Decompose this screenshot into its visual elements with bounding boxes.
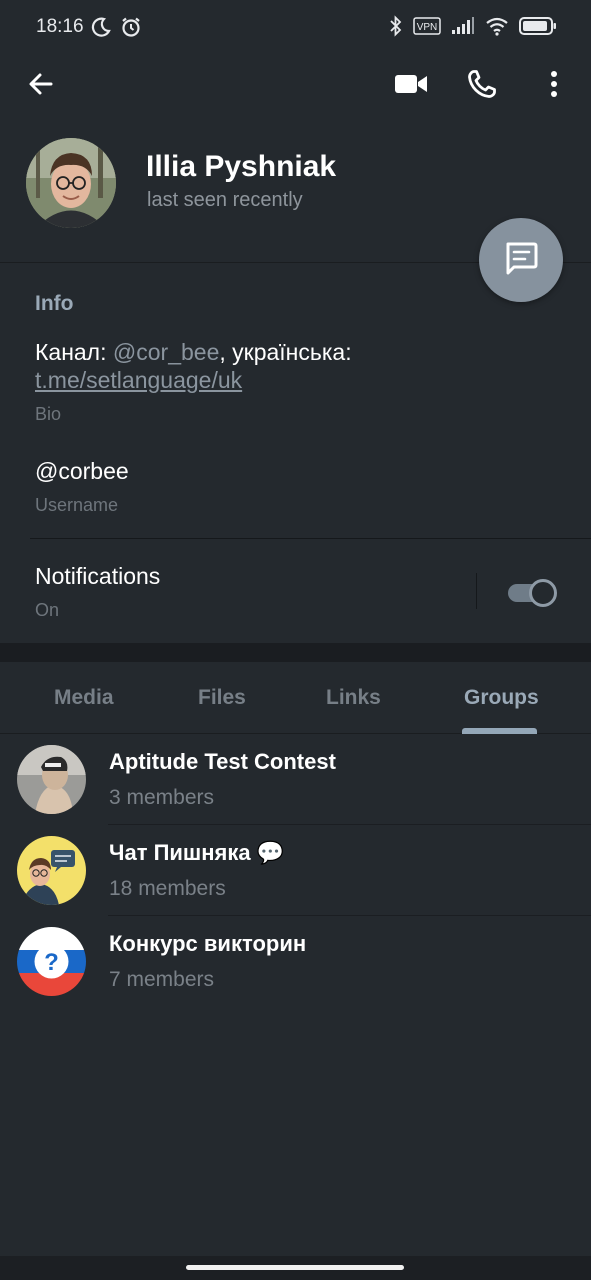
tab-links[interactable]: Links xyxy=(326,686,381,710)
tab-files[interactable]: Files xyxy=(198,686,246,710)
info-divider xyxy=(30,538,591,539)
system-nav-bar xyxy=(0,1256,591,1280)
person-chat-avatar xyxy=(17,836,86,905)
group-name: Конкурс викторин xyxy=(109,931,307,956)
group-name-text: Чат Пишняка xyxy=(109,840,251,865)
group-members: 18 members xyxy=(109,877,226,900)
signal-icon xyxy=(451,17,475,40)
group-row[interactable]: Чат Пишняка 💬 18 members xyxy=(0,825,591,916)
toggle-knob xyxy=(529,579,557,607)
status-bar: 18:16 VPN xyxy=(0,0,591,56)
tab-media[interactable]: Media xyxy=(54,686,114,710)
bio-middle: , українська: xyxy=(219,339,352,365)
svg-text:?: ? xyxy=(44,949,59,976)
profile-status: last seen recently xyxy=(147,189,303,211)
bio-channel-mention[interactable]: @cor_bee xyxy=(113,339,219,365)
vpn-icon: VPN xyxy=(413,17,441,40)
phone-icon xyxy=(467,69,497,104)
status-right-icons: VPN xyxy=(389,15,557,42)
group-name: Aptitude Test Contest xyxy=(109,749,336,774)
info-title: Info xyxy=(35,292,74,315)
battery-icon xyxy=(519,17,557,40)
vpn-label: VPN xyxy=(417,22,438,33)
section-gap xyxy=(0,643,591,662)
group-members: 3 members xyxy=(109,786,215,809)
more-options-button[interactable] xyxy=(534,66,574,106)
home-gesture-handle[interactable] xyxy=(186,1265,404,1270)
group-members: 7 members xyxy=(109,968,215,991)
group-row[interactable]: Aptitude Test Contest 3 members xyxy=(0,734,591,825)
message-icon xyxy=(502,239,540,282)
sculpture-photo-avatar xyxy=(17,745,86,814)
more-vertical-icon xyxy=(550,70,558,103)
wifi-icon xyxy=(485,16,509,41)
status-time: 18:16 xyxy=(36,16,84,37)
media-tabs: Media Files Links Groups xyxy=(0,662,591,734)
video-camera-icon xyxy=(394,72,428,101)
group-name: Чат Пишняка 💬 xyxy=(109,840,284,866)
moon-icon xyxy=(90,16,112,43)
bio-label: Bio xyxy=(35,404,62,424)
bio-prefix: Канал: xyxy=(35,339,113,365)
alarm-icon xyxy=(120,16,142,43)
username-label: Username xyxy=(35,495,119,515)
video-call-button[interactable] xyxy=(391,66,431,106)
status-left-icons xyxy=(90,16,142,43)
groups-list: Aptitude Test Contest 3 members Чат Пишн… xyxy=(0,734,591,1256)
username-value[interactable]: @corbee xyxy=(35,458,129,485)
bio-text[interactable]: Канал: @cor_bee, українська: t.me/setlan… xyxy=(35,338,455,394)
speech-bubble-emoji: 💬 xyxy=(256,840,285,865)
profile-name: Illia Pyshniak xyxy=(146,150,337,183)
voice-call-button[interactable] xyxy=(462,66,502,106)
bio-language-link[interactable]: t.me/setlanguage/uk xyxy=(35,367,242,393)
group-row[interactable]: ? Конкурс викторин 7 members xyxy=(0,916,591,1006)
notifications-toggle[interactable] xyxy=(508,579,557,607)
question-flag-avatar: ? xyxy=(17,927,86,996)
back-button[interactable] xyxy=(21,66,61,106)
profile-avatar[interactable] xyxy=(26,138,116,228)
send-message-button[interactable] xyxy=(479,218,563,302)
info-section: Info Канал: @cor_bee, українська: t.me/s… xyxy=(0,262,591,643)
bluetooth-icon xyxy=(389,15,403,42)
notifications-separator xyxy=(476,573,477,609)
arrow-left-icon xyxy=(27,70,55,103)
notifications-state: On xyxy=(35,600,60,620)
notifications-label[interactable]: Notifications xyxy=(35,563,160,590)
tab-groups[interactable]: Groups xyxy=(464,686,539,710)
